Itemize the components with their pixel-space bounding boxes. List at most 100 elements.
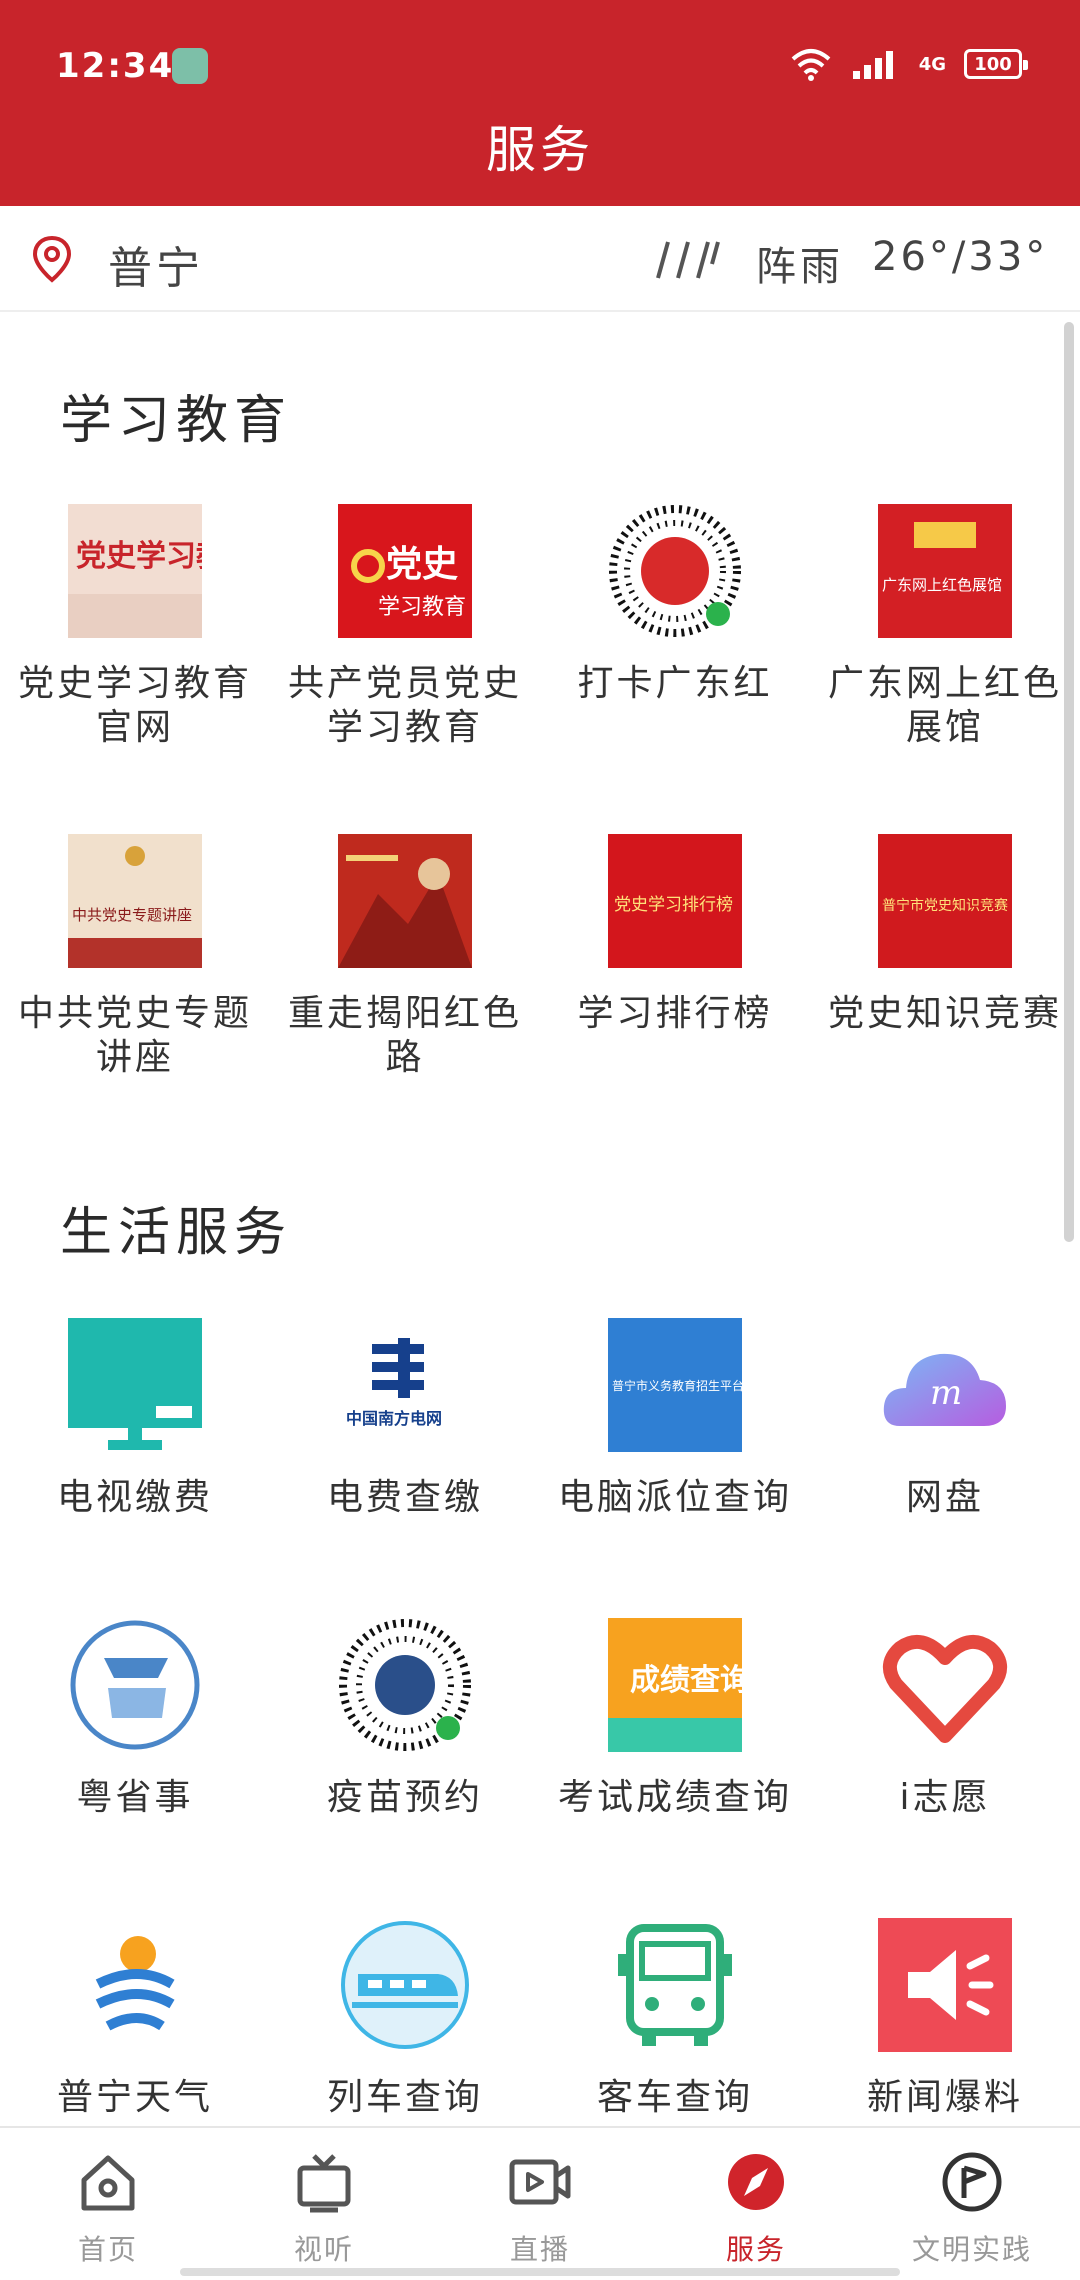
live-video-icon bbox=[509, 2159, 571, 2205]
location-city[interactable]: 普宁 bbox=[108, 232, 204, 296]
study-ranking-icon: 党史学习排行榜 bbox=[608, 834, 742, 968]
nav-label: 服务 bbox=[725, 2233, 786, 2266]
tv-icon bbox=[297, 2154, 351, 2213]
app-header: 12:34 4G 100 服务 bbox=[0, 0, 1080, 206]
knowledge-contest-icon: 普宁市党史知识竞赛 bbox=[878, 834, 1012, 968]
svg-text:普宁市党史知识竞赛: 普宁市党史知识竞赛 bbox=[882, 897, 1008, 914]
svg-text:学习教育: 学习教育 bbox=[378, 595, 466, 620]
tile-label: 广东网上红色展馆 bbox=[827, 663, 1062, 748]
nav-item-home[interactable]: 首页 bbox=[0, 2128, 216, 2280]
svg-text:m: m bbox=[930, 1373, 962, 1413]
svg-text:普宁市义务教育招生平台: 普宁市义务教育招生平台 bbox=[612, 1378, 742, 1393]
nav-label: 文明实践 bbox=[911, 2233, 1032, 2266]
study-item[interactable]: 重走揭阳红色路 bbox=[270, 834, 540, 1164]
svg-text:党史: 党史 bbox=[386, 544, 458, 585]
status-time: 12:34 bbox=[56, 46, 175, 86]
section-title-life: 生活服务 bbox=[60, 1203, 293, 1263]
bus-icon bbox=[608, 1918, 742, 2052]
nav-label: 首页 bbox=[77, 2233, 138, 2266]
study-item[interactable]: 党史学习教育 党史学习教育官网 bbox=[0, 504, 270, 834]
weather-condition: 阵雨 bbox=[756, 244, 844, 290]
service-item[interactable]: 电视缴费 bbox=[0, 1318, 270, 1618]
battery-icon: 100 bbox=[964, 49, 1028, 79]
yue-sheng-shi-icon bbox=[68, 1618, 202, 1752]
svg-text:中共党史专题讲座: 中共党史专题讲座 bbox=[72, 906, 192, 924]
china-southern-grid-icon: 中国南方电网 bbox=[338, 1318, 472, 1452]
wifi-icon bbox=[791, 49, 831, 81]
volunteer-heart-icon bbox=[878, 1618, 1012, 1752]
tile-label: 党史学习教育官网 bbox=[17, 663, 252, 748]
tile-label: 列车查询 bbox=[326, 2077, 483, 2118]
tile-label: 重走揭阳红色路 bbox=[287, 993, 522, 1078]
study-item[interactable]: 党史 学习教育 共产党员党史学习教育 bbox=[270, 504, 540, 834]
service-item[interactable]: i志愿 bbox=[810, 1618, 1080, 1918]
tile-label: 电视缴费 bbox=[56, 1477, 213, 1518]
status-indicators: 4G 100 bbox=[789, 44, 1028, 84]
page-title: 服务 bbox=[486, 121, 594, 179]
school-allocation-icon: 普宁市义务教育招生平台 bbox=[608, 1318, 742, 1452]
notification-app-icon bbox=[172, 48, 208, 84]
nav-item-civilization[interactable]: 文明实践 bbox=[864, 2128, 1080, 2280]
exam-score-icon: 成绩查询 bbox=[608, 1618, 742, 1752]
battery-level: 100 bbox=[974, 53, 1012, 75]
mini-program-qr-icon bbox=[608, 504, 742, 638]
weather-logo-icon bbox=[68, 1918, 202, 2052]
study-grid: 党史学习教育 党史学习教育官网 党史 学习教育 共产党员党史学习教育 打卡广东红 bbox=[0, 504, 1080, 1164]
study-item[interactable]: 打卡广东红 bbox=[540, 504, 810, 834]
service-item[interactable]: 中国南方电网 电费查缴 bbox=[270, 1318, 540, 1618]
svg-text:成绩查询: 成绩查询 bbox=[630, 1663, 742, 1698]
signal-icon bbox=[852, 51, 893, 79]
study-item[interactable]: 普宁市党史知识竞赛 党史知识竞赛 bbox=[810, 834, 1080, 1164]
tile-label: 新闻爆料 bbox=[866, 2077, 1023, 2118]
tile-label: 中共党史专题讲座 bbox=[17, 993, 252, 1078]
bottom-nav: 首页 视听 直播 服务 文明实践 bbox=[0, 2126, 1080, 2280]
tv-payment-icon bbox=[68, 1318, 202, 1452]
home-indicator[interactable] bbox=[180, 2268, 900, 2276]
study-item[interactable]: 广东网上红色展馆 广东网上红色展馆 bbox=[810, 504, 1080, 834]
cloud-drive-icon: m bbox=[878, 1318, 1012, 1452]
home-icon bbox=[81, 2155, 135, 2211]
svg-text:中国南方电网: 中国南方电网 bbox=[346, 1409, 442, 1428]
jieyang-red-road-icon bbox=[338, 834, 472, 968]
study-item[interactable]: 党史学习排行榜 学习排行榜 bbox=[540, 834, 810, 1164]
svg-text:广东网上红色展馆: 广东网上红色展馆 bbox=[882, 576, 1002, 594]
svg-text:党史学习排行榜: 党史学习排行榜 bbox=[614, 895, 733, 915]
tile-label: 打卡广东红 bbox=[577, 663, 773, 704]
compass-icon bbox=[728, 2154, 784, 2210]
life-grid: 电视缴费 中国南方电网 电费查缴 普宁市义务教育招生平台 电脑派位查询 m 网盘… bbox=[0, 1318, 1080, 2178]
tile-label: 电费查缴 bbox=[326, 1477, 483, 1518]
tile-label: 电脑派位查询 bbox=[557, 1477, 792, 1518]
tile-label: 普宁天气 bbox=[56, 2077, 213, 2118]
service-item[interactable]: 疫苗预约 bbox=[270, 1618, 540, 1918]
service-item[interactable]: 粤省事 bbox=[0, 1618, 270, 1918]
rain-weather-icon bbox=[656, 241, 720, 279]
location-pin-icon[interactable] bbox=[30, 234, 74, 284]
tile-icon-text: 党史学习教育 bbox=[76, 539, 202, 574]
service-item[interactable]: 成绩查询 考试成绩查询 bbox=[540, 1618, 810, 1918]
tile-label: 考试成绩查询 bbox=[557, 1777, 792, 1818]
tile-label: 网盘 bbox=[905, 1477, 984, 1518]
tile-label: 学习排行榜 bbox=[577, 993, 773, 1034]
vaccine-qr-icon bbox=[338, 1618, 472, 1752]
tile-label: i志愿 bbox=[899, 1777, 991, 1818]
tile-label: 粤省事 bbox=[76, 1777, 194, 1818]
train-icon bbox=[338, 1918, 472, 2052]
nav-item-live[interactable]: 直播 bbox=[432, 2128, 648, 2280]
red-exhibition-hall-icon: 广东网上红色展馆 bbox=[878, 504, 1012, 638]
nav-item-av[interactable]: 视听 bbox=[216, 2128, 432, 2280]
tile-label: 疫苗预约 bbox=[326, 1777, 483, 1818]
nav-label: 直播 bbox=[509, 2233, 570, 2266]
nav-label: 视听 bbox=[293, 2233, 354, 2266]
weather-temperature: 26°/33° bbox=[872, 234, 1049, 280]
party-history-education-icon: 党史学习教育 bbox=[68, 504, 202, 638]
tile-label: 客车查询 bbox=[596, 2077, 753, 2118]
party-lecture-icon: 中共党史专题讲座 bbox=[68, 834, 202, 968]
tile-label: 共产党员党史学习教育 bbox=[287, 663, 522, 748]
section-title-study: 学习教育 bbox=[60, 391, 293, 451]
study-item[interactable]: 中共党史专题讲座 中共党史专题讲座 bbox=[0, 834, 270, 1164]
location-weather-bar: 普宁 阵雨 26°/33° bbox=[0, 206, 1080, 312]
service-item[interactable]: m 网盘 bbox=[810, 1318, 1080, 1618]
tile-label: 党史知识竞赛 bbox=[827, 993, 1062, 1034]
service-item[interactable]: 普宁市义务教育招生平台 电脑派位查询 bbox=[540, 1318, 810, 1618]
nav-item-service[interactable]: 服务 bbox=[648, 2128, 864, 2280]
